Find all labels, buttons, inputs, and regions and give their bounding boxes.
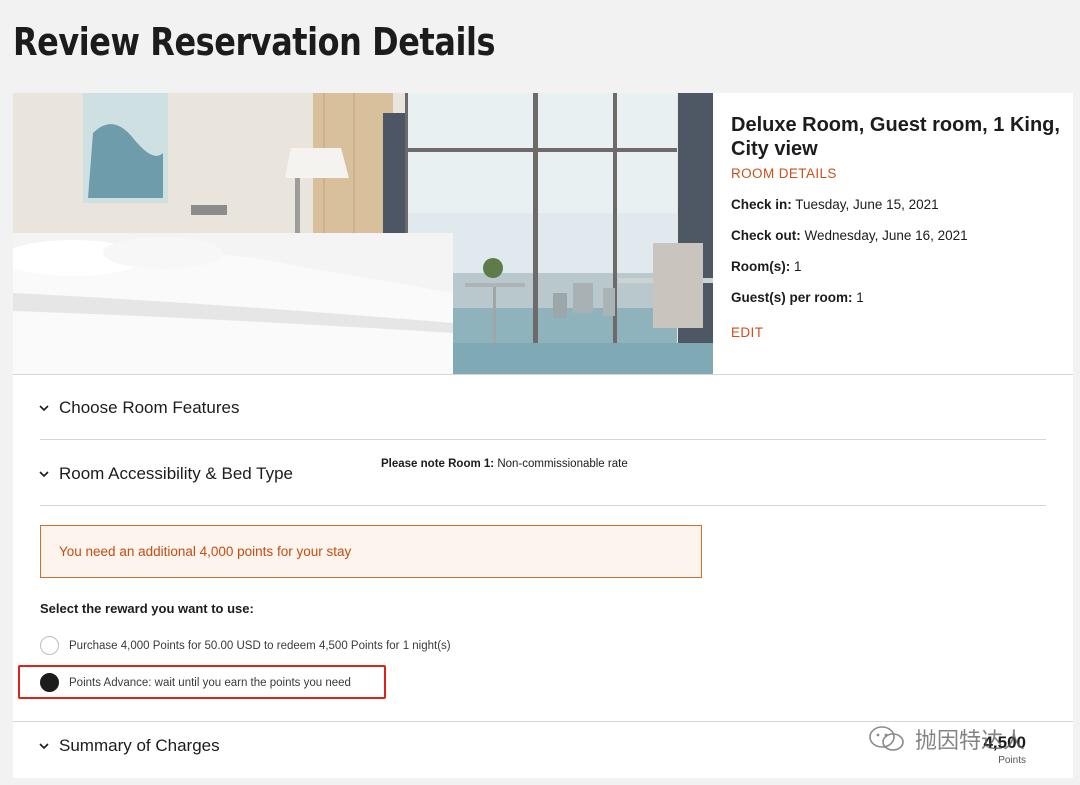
- reward-option-points-advance[interactable]: Points Advance: wait until you earn the …: [40, 673, 351, 692]
- divider: [40, 505, 1046, 506]
- rate-note: Please note Room 1: Non-commissionable r…: [381, 458, 628, 470]
- guests-value: 1: [856, 290, 864, 305]
- rooms-value: 1: [794, 259, 802, 274]
- guests-label: Guest(s) per room:: [731, 290, 853, 305]
- check-out-value: Wednesday, June 16, 2021: [804, 228, 968, 243]
- room-details-panel: Deluxe Room, Guest room, 1 King, City vi…: [731, 113, 1071, 340]
- room-photo: [13, 93, 713, 374]
- divider: [13, 374, 1073, 375]
- accordion-label: Room Accessibility & Bed Type: [59, 464, 294, 483]
- radio-button-selected[interactable]: [40, 673, 59, 692]
- option-label: Points Advance: wait until you earn the …: [69, 676, 351, 689]
- chevron-down-icon: [39, 471, 49, 478]
- option-label: Purchase 4,000 Points for 50.00 USD to r…: [69, 639, 451, 652]
- room-title: Deluxe Room, Guest room, 1 King, City vi…: [731, 114, 1060, 160]
- check-in-value: Tuesday, June 15, 2021: [795, 197, 939, 212]
- watermark-text: 抛因特达人: [915, 728, 1026, 753]
- reservation-card: Deluxe Room, Guest room, 1 King, City vi…: [13, 93, 1073, 778]
- page-title: Review Reservation Details: [13, 20, 496, 64]
- alert-text: You need an additional 4,000 points for …: [59, 544, 352, 559]
- rate-note-value: Non-commissionable rate: [497, 458, 628, 470]
- radio-button[interactable]: [40, 636, 59, 655]
- reward-label: Select the reward you want to use:: [40, 601, 254, 616]
- accordion-label: Summary of Charges: [59, 736, 220, 755]
- accordion-label: Choose Room Features: [59, 398, 240, 417]
- guests-row: Guest(s) per room: 1: [731, 290, 1071, 305]
- accordion-room-features[interactable]: Choose Room Features: [37, 398, 239, 418]
- divider: [40, 439, 1046, 440]
- check-out-row: Check out: Wednesday, June 16, 2021: [731, 228, 1071, 243]
- watermark: 抛因特达人: [867, 723, 1025, 755]
- chevron-down-icon: [39, 743, 49, 750]
- edit-link[interactable]: EDIT: [731, 325, 1071, 340]
- rooms-label: Room(s):: [731, 259, 791, 274]
- check-in-label: Check in:: [731, 197, 792, 212]
- check-out-label: Check out:: [731, 228, 801, 243]
- points-unit: Points: [998, 755, 1026, 766]
- accordion-summary-of-charges[interactable]: Summary of Charges: [37, 736, 220, 756]
- check-in-row: Check in: Tuesday, June 15, 2021: [731, 197, 1071, 212]
- reward-option-purchase[interactable]: Purchase 4,000 Points for 50.00 USD to r…: [40, 636, 451, 655]
- chevron-down-icon: [39, 405, 49, 412]
- wechat-icon: [869, 726, 904, 751]
- accordion-accessibility[interactable]: Room Accessibility & Bed Type: [37, 464, 293, 484]
- rate-note-label: Please note Room 1:: [381, 458, 495, 470]
- points-alert: You need an additional 4,000 points for …: [40, 525, 702, 578]
- divider: [13, 721, 1073, 722]
- room-details-link[interactable]: ROOM DETAILS: [731, 166, 1071, 181]
- rooms-row: Room(s): 1: [731, 259, 1071, 274]
